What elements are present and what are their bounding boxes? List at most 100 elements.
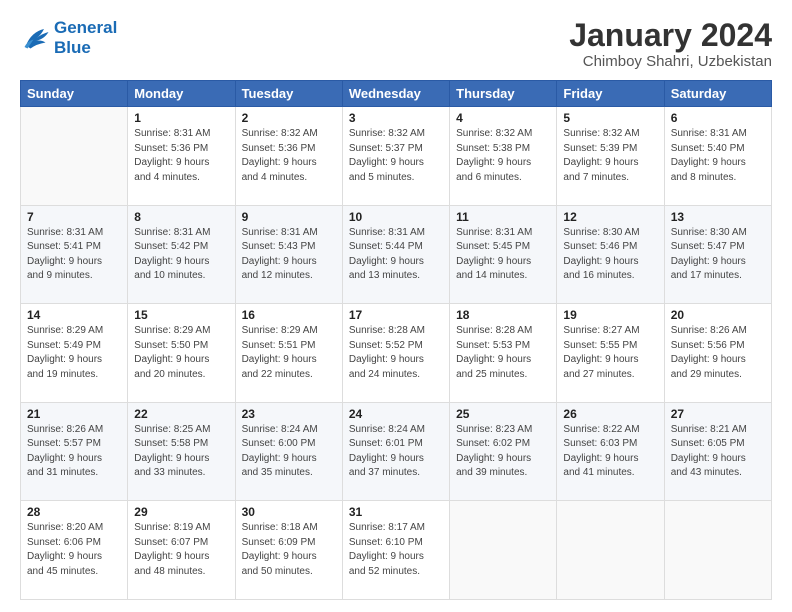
day-info: Sunrise: 8:29 AMSunset: 5:49 PMDaylight:… [27,324,121,382]
table-row: 12 Sunrise: 8:30 AMSunset: 5:46 PMDaylig… [557,205,664,304]
table-row: 6 Sunrise: 8:31 AMSunset: 5:40 PMDayligh… [664,107,771,206]
day-number: 17 [349,308,443,322]
logo-text: General Blue [54,18,117,59]
logo-bird-icon [20,24,50,52]
calendar-week-row: 7 Sunrise: 8:31 AMSunset: 5:41 PMDayligh… [21,205,772,304]
table-row: 9 Sunrise: 8:31 AMSunset: 5:43 PMDayligh… [235,205,342,304]
day-info: Sunrise: 8:32 AMSunset: 5:37 PMDaylight:… [349,127,443,185]
day-number: 23 [242,407,336,421]
day-number: 19 [563,308,657,322]
table-row: 19 Sunrise: 8:27 AMSunset: 5:55 PMDaylig… [557,304,664,403]
day-number: 14 [27,308,121,322]
day-number: 21 [27,407,121,421]
day-info: Sunrise: 8:32 AMSunset: 5:39 PMDaylight:… [563,127,657,185]
day-number: 5 [563,111,657,125]
day-number: 9 [242,210,336,224]
table-row: 2 Sunrise: 8:32 AMSunset: 5:36 PMDayligh… [235,107,342,206]
col-friday: Friday [557,81,664,107]
table-row: 1 Sunrise: 8:31 AMSunset: 5:36 PMDayligh… [128,107,235,206]
table-row: 14 Sunrise: 8:29 AMSunset: 5:49 PMDaylig… [21,304,128,403]
table-row: 17 Sunrise: 8:28 AMSunset: 5:52 PMDaylig… [342,304,449,403]
day-info: Sunrise: 8:31 AMSunset: 5:40 PMDaylight:… [671,127,765,185]
day-info: Sunrise: 8:21 AMSunset: 6:05 PMDaylight:… [671,423,765,481]
table-row [450,501,557,600]
table-row: 18 Sunrise: 8:28 AMSunset: 5:53 PMDaylig… [450,304,557,403]
day-info: Sunrise: 8:31 AMSunset: 5:43 PMDaylight:… [242,226,336,284]
day-info: Sunrise: 8:31 AMSunset: 5:44 PMDaylight:… [349,226,443,284]
calendar-week-row: 1 Sunrise: 8:31 AMSunset: 5:36 PMDayligh… [21,107,772,206]
day-info: Sunrise: 8:28 AMSunset: 5:52 PMDaylight:… [349,324,443,382]
calendar-title: January 2024 [569,18,772,53]
calendar-table: Sunday Monday Tuesday Wednesday Thursday… [20,80,772,600]
calendar-subtitle: Chimboy Shahri, Uzbekistan [569,53,772,70]
day-info: Sunrise: 8:18 AMSunset: 6:09 PMDaylight:… [242,521,336,579]
day-info: Sunrise: 8:17 AMSunset: 6:10 PMDaylight:… [349,521,443,579]
day-number: 20 [671,308,765,322]
col-saturday: Saturday [664,81,771,107]
day-number: 11 [456,210,550,224]
day-info: Sunrise: 8:24 AMSunset: 6:01 PMDaylight:… [349,423,443,481]
col-tuesday: Tuesday [235,81,342,107]
table-row [664,501,771,600]
table-row [557,501,664,600]
header: General Blue January 2024 Chimboy Shahri… [20,18,772,70]
day-number: 26 [563,407,657,421]
calendar-week-row: 21 Sunrise: 8:26 AMSunset: 5:57 PMDaylig… [21,402,772,501]
day-info: Sunrise: 8:31 AMSunset: 5:41 PMDaylight:… [27,226,121,284]
table-row: 28 Sunrise: 8:20 AMSunset: 6:06 PMDaylig… [21,501,128,600]
table-row: 29 Sunrise: 8:19 AMSunset: 6:07 PMDaylig… [128,501,235,600]
day-number: 6 [671,111,765,125]
day-info: Sunrise: 8:31 AMSunset: 5:36 PMDaylight:… [134,127,228,185]
day-number: 29 [134,505,228,519]
day-info: Sunrise: 8:26 AMSunset: 5:56 PMDaylight:… [671,324,765,382]
day-info: Sunrise: 8:29 AMSunset: 5:51 PMDaylight:… [242,324,336,382]
day-info: Sunrise: 8:29 AMSunset: 5:50 PMDaylight:… [134,324,228,382]
calendar-week-row: 14 Sunrise: 8:29 AMSunset: 5:49 PMDaylig… [21,304,772,403]
col-thursday: Thursday [450,81,557,107]
day-number: 10 [349,210,443,224]
table-row: 27 Sunrise: 8:21 AMSunset: 6:05 PMDaylig… [664,402,771,501]
day-info: Sunrise: 8:24 AMSunset: 6:00 PMDaylight:… [242,423,336,481]
day-info: Sunrise: 8:20 AMSunset: 6:06 PMDaylight:… [27,521,121,579]
table-row: 7 Sunrise: 8:31 AMSunset: 5:41 PMDayligh… [21,205,128,304]
col-monday: Monday [128,81,235,107]
table-row: 3 Sunrise: 8:32 AMSunset: 5:37 PMDayligh… [342,107,449,206]
day-info: Sunrise: 8:30 AMSunset: 5:47 PMDaylight:… [671,226,765,284]
day-number: 31 [349,505,443,519]
table-row: 11 Sunrise: 8:31 AMSunset: 5:45 PMDaylig… [450,205,557,304]
day-number: 7 [27,210,121,224]
day-number: 15 [134,308,228,322]
day-number: 28 [27,505,121,519]
table-row: 22 Sunrise: 8:25 AMSunset: 5:58 PMDaylig… [128,402,235,501]
table-row: 26 Sunrise: 8:22 AMSunset: 6:03 PMDaylig… [557,402,664,501]
table-row: 8 Sunrise: 8:31 AMSunset: 5:42 PMDayligh… [128,205,235,304]
day-number: 16 [242,308,336,322]
page-container: General Blue January 2024 Chimboy Shahri… [0,0,792,612]
table-row: 13 Sunrise: 8:30 AMSunset: 5:47 PMDaylig… [664,205,771,304]
table-row: 24 Sunrise: 8:24 AMSunset: 6:01 PMDaylig… [342,402,449,501]
day-number: 22 [134,407,228,421]
day-info: Sunrise: 8:26 AMSunset: 5:57 PMDaylight:… [27,423,121,481]
day-number: 3 [349,111,443,125]
day-info: Sunrise: 8:25 AMSunset: 5:58 PMDaylight:… [134,423,228,481]
day-number: 24 [349,407,443,421]
title-block: January 2024 Chimboy Shahri, Uzbekistan [569,18,772,70]
table-row: 21 Sunrise: 8:26 AMSunset: 5:57 PMDaylig… [21,402,128,501]
day-info: Sunrise: 8:31 AMSunset: 5:45 PMDaylight:… [456,226,550,284]
table-row: 30 Sunrise: 8:18 AMSunset: 6:09 PMDaylig… [235,501,342,600]
table-row: 16 Sunrise: 8:29 AMSunset: 5:51 PMDaylig… [235,304,342,403]
day-number: 8 [134,210,228,224]
calendar-week-row: 28 Sunrise: 8:20 AMSunset: 6:06 PMDaylig… [21,501,772,600]
day-number: 12 [563,210,657,224]
day-number: 25 [456,407,550,421]
day-number: 13 [671,210,765,224]
table-row: 20 Sunrise: 8:26 AMSunset: 5:56 PMDaylig… [664,304,771,403]
day-info: Sunrise: 8:31 AMSunset: 5:42 PMDaylight:… [134,226,228,284]
day-number: 30 [242,505,336,519]
table-row: 5 Sunrise: 8:32 AMSunset: 5:39 PMDayligh… [557,107,664,206]
logo: General Blue [20,18,117,59]
table-row: 25 Sunrise: 8:23 AMSunset: 6:02 PMDaylig… [450,402,557,501]
day-number: 2 [242,111,336,125]
day-number: 1 [134,111,228,125]
day-info: Sunrise: 8:30 AMSunset: 5:46 PMDaylight:… [563,226,657,284]
